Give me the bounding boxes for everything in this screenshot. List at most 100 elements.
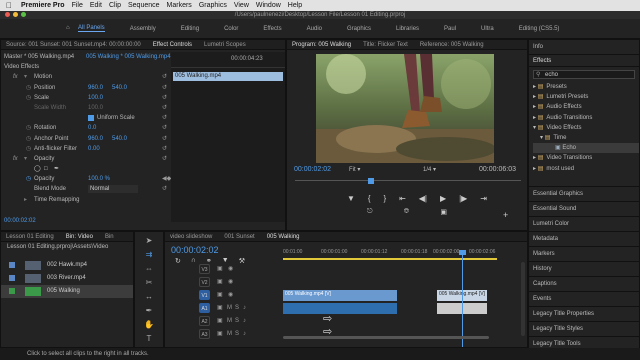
section-legacy-title-styles[interactable]: Legacy Title Styles	[529, 322, 639, 337]
rectangle-mask-icon[interactable]: □	[44, 164, 48, 174]
ripple-edit-tool-icon[interactable]: ⇔	[142, 263, 156, 274]
bin-item-hawk[interactable]: 002 Hawk.mp4	[1, 259, 133, 272]
home-icon[interactable]: ⌂	[66, 25, 70, 31]
section-captions[interactable]: Captions	[529, 277, 639, 292]
timeline-vertical-scrollbar[interactable]	[521, 262, 525, 336]
tree-lumetri-presets[interactable]: ▸ ▤ Lumetri Presets	[533, 92, 639, 102]
section-markers[interactable]: Markers	[529, 247, 639, 262]
zoom-window-button[interactable]	[21, 12, 26, 17]
workspace-editing-cs55[interactable]: Editing (CS5.5)	[519, 26, 560, 32]
timeline-playhead-line[interactable]	[462, 252, 463, 347]
timeline-timecode[interactable]: 00:00:02:02	[171, 245, 219, 255]
program-video-frame[interactable]	[316, 54, 494, 163]
effect-row-time-remapping[interactable]: ▸ Time Remapping	[4, 195, 170, 205]
anchor-x-value[interactable]: 960.0	[88, 134, 103, 144]
effect-row-motion[interactable]: ▾ fx Motion ↺	[4, 72, 170, 82]
tab-source[interactable]: Source: 001 Sunset: 001 Sunset.mp4: 00:0…	[6, 42, 141, 48]
minimize-window-button[interactable]	[13, 12, 18, 17]
app-menu[interactable]: Premiere Pro	[21, 2, 65, 9]
timeline-horizontal-scrollbar[interactable]	[283, 336, 489, 339]
menu-sequence[interactable]: Sequence	[128, 2, 160, 9]
mark-in-icon[interactable]: {	[368, 194, 371, 203]
section-legacy-title-properties[interactable]: Legacy Title Properties	[529, 307, 639, 322]
step-forward-icon[interactable]: |▶	[459, 194, 467, 203]
stopwatch-icon[interactable]: ◷	[26, 174, 31, 184]
anchor-y-value[interactable]: 540.0	[112, 134, 127, 144]
reset-icon[interactable]: ↺	[162, 123, 167, 133]
section-history[interactable]: History	[529, 262, 639, 277]
master-clip-label[interactable]: Master * 005 Walking.mp4	[4, 52, 74, 62]
effects-heading[interactable]: Effects	[529, 55, 639, 67]
opacity-value[interactable]: 100.0 %	[88, 174, 110, 184]
effect-row-opacity[interactable]: ▾ fx Opacity ↺	[4, 154, 170, 164]
menu-window[interactable]: Window	[256, 2, 281, 9]
type-tool-icon[interactable]: T	[142, 333, 156, 344]
go-to-out-icon[interactable]: ⇥	[480, 194, 487, 203]
button-editor-icon[interactable]: +	[503, 210, 508, 220]
ec-clip-bar[interactable]: 005 Walking.mp4	[173, 72, 283, 81]
ellipse-mask-icon[interactable]: ◯	[34, 164, 41, 174]
extract-icon[interactable]: ⎊	[404, 208, 410, 216]
tree-presets[interactable]: ▸ ▤ Presets	[533, 82, 639, 92]
tree-video-effects[interactable]: ▾ ▤ Video Effects	[533, 123, 639, 133]
position-x-value[interactable]: 960.0	[88, 83, 103, 93]
menu-help[interactable]: Help	[288, 2, 302, 9]
stopwatch-icon[interactable]: ◷	[26, 83, 31, 93]
add-marker-icon[interactable]: ▼	[347, 194, 355, 203]
tab-video-slideshow[interactable]: video slideshow	[170, 234, 212, 240]
go-to-in-icon[interactable]: ⇤	[399, 194, 406, 203]
stopwatch-icon[interactable]: ◷	[26, 93, 31, 103]
workspace-editing[interactable]: Editing	[181, 26, 199, 32]
stopwatch-icon[interactable]: ◷	[26, 134, 31, 144]
apple-menu-icon[interactable]: 	[6, 1, 12, 10]
reset-icon[interactable]: ↺	[162, 93, 167, 103]
lift-icon[interactable]: ⎋	[367, 208, 373, 216]
scale-value[interactable]: 100.0	[88, 93, 103, 103]
section-essential-graphics[interactable]: Essential Graphics	[529, 187, 639, 202]
section-essential-sound[interactable]: Essential Sound	[529, 202, 639, 217]
reset-icon[interactable]: ↺	[162, 83, 167, 93]
program-scrubber[interactable]	[295, 178, 521, 184]
slip-tool-icon[interactable]: ↔	[142, 291, 156, 302]
bin-item-river[interactable]: 003 River.mp4	[1, 272, 133, 285]
workspace-libraries[interactable]: Libraries	[396, 26, 419, 32]
tab-lumetri-scopes[interactable]: Lumetri Scopes	[204, 42, 246, 48]
reset-icon[interactable]: ↺	[162, 103, 167, 113]
tab-effect-controls[interactable]: Effect Controls	[153, 42, 192, 48]
stopwatch-icon[interactable]: ◷	[26, 123, 31, 133]
reset-icon[interactable]: ↺	[162, 113, 167, 123]
time-ruler[interactable]: 00:01:00 00:00:01:00 00:00:01:12 00:00:0…	[283, 249, 511, 258]
razor-tool-icon[interactable]: ✂	[142, 277, 156, 288]
reset-icon[interactable]: ↺	[162, 72, 167, 82]
tab-title[interactable]: Title: Flicker Text	[363, 42, 408, 48]
workspace-paul[interactable]: Paul	[444, 26, 456, 32]
timeline-audio-clip-a1[interactable]	[283, 303, 397, 314]
menu-clip[interactable]: Clip	[109, 2, 121, 9]
program-playhead[interactable]	[367, 178, 374, 184]
tab-005-walking[interactable]: 005 Walking	[267, 234, 300, 240]
tree-audio-effects[interactable]: ▸ ▤ Audio Effects	[533, 102, 639, 112]
workspace-color[interactable]: Color	[224, 26, 238, 32]
workspace-effects[interactable]: Effects	[263, 26, 281, 32]
play-icon[interactable]: ▶	[440, 194, 446, 203]
reset-icon[interactable]: ↺	[162, 184, 167, 194]
menu-file[interactable]: File	[72, 2, 83, 9]
workspace-assembly[interactable]: Assembly	[130, 26, 156, 32]
menu-graphics[interactable]: Graphics	[199, 2, 227, 9]
step-back-icon[interactable]: ◀|	[419, 194, 427, 203]
export-frame-icon[interactable]: ▣	[440, 208, 447, 216]
reset-icon[interactable]: ↺	[162, 154, 167, 164]
hand-tool-icon[interactable]: ✋	[142, 319, 156, 330]
info-section[interactable]: Info	[529, 40, 639, 55]
mark-out-icon[interactable]: }	[384, 194, 387, 203]
bin-item-walking[interactable]: 005 Walking	[1, 285, 133, 298]
stopwatch-icon[interactable]: ◷	[26, 144, 31, 154]
workspace-graphics[interactable]: Graphics	[347, 26, 371, 32]
workspace-audio[interactable]: Audio	[307, 26, 322, 32]
tree-echo[interactable]: ▣ Echo	[533, 143, 639, 154]
section-metadata[interactable]: Metadata	[529, 232, 639, 247]
resolution-select[interactable]: 1/4 ▾	[423, 166, 436, 173]
timeline-clip-v1[interactable]: 005 Walking.mp4 [V]	[283, 290, 397, 301]
menu-edit[interactable]: Edit	[90, 2, 102, 9]
close-window-button[interactable]	[5, 12, 10, 17]
